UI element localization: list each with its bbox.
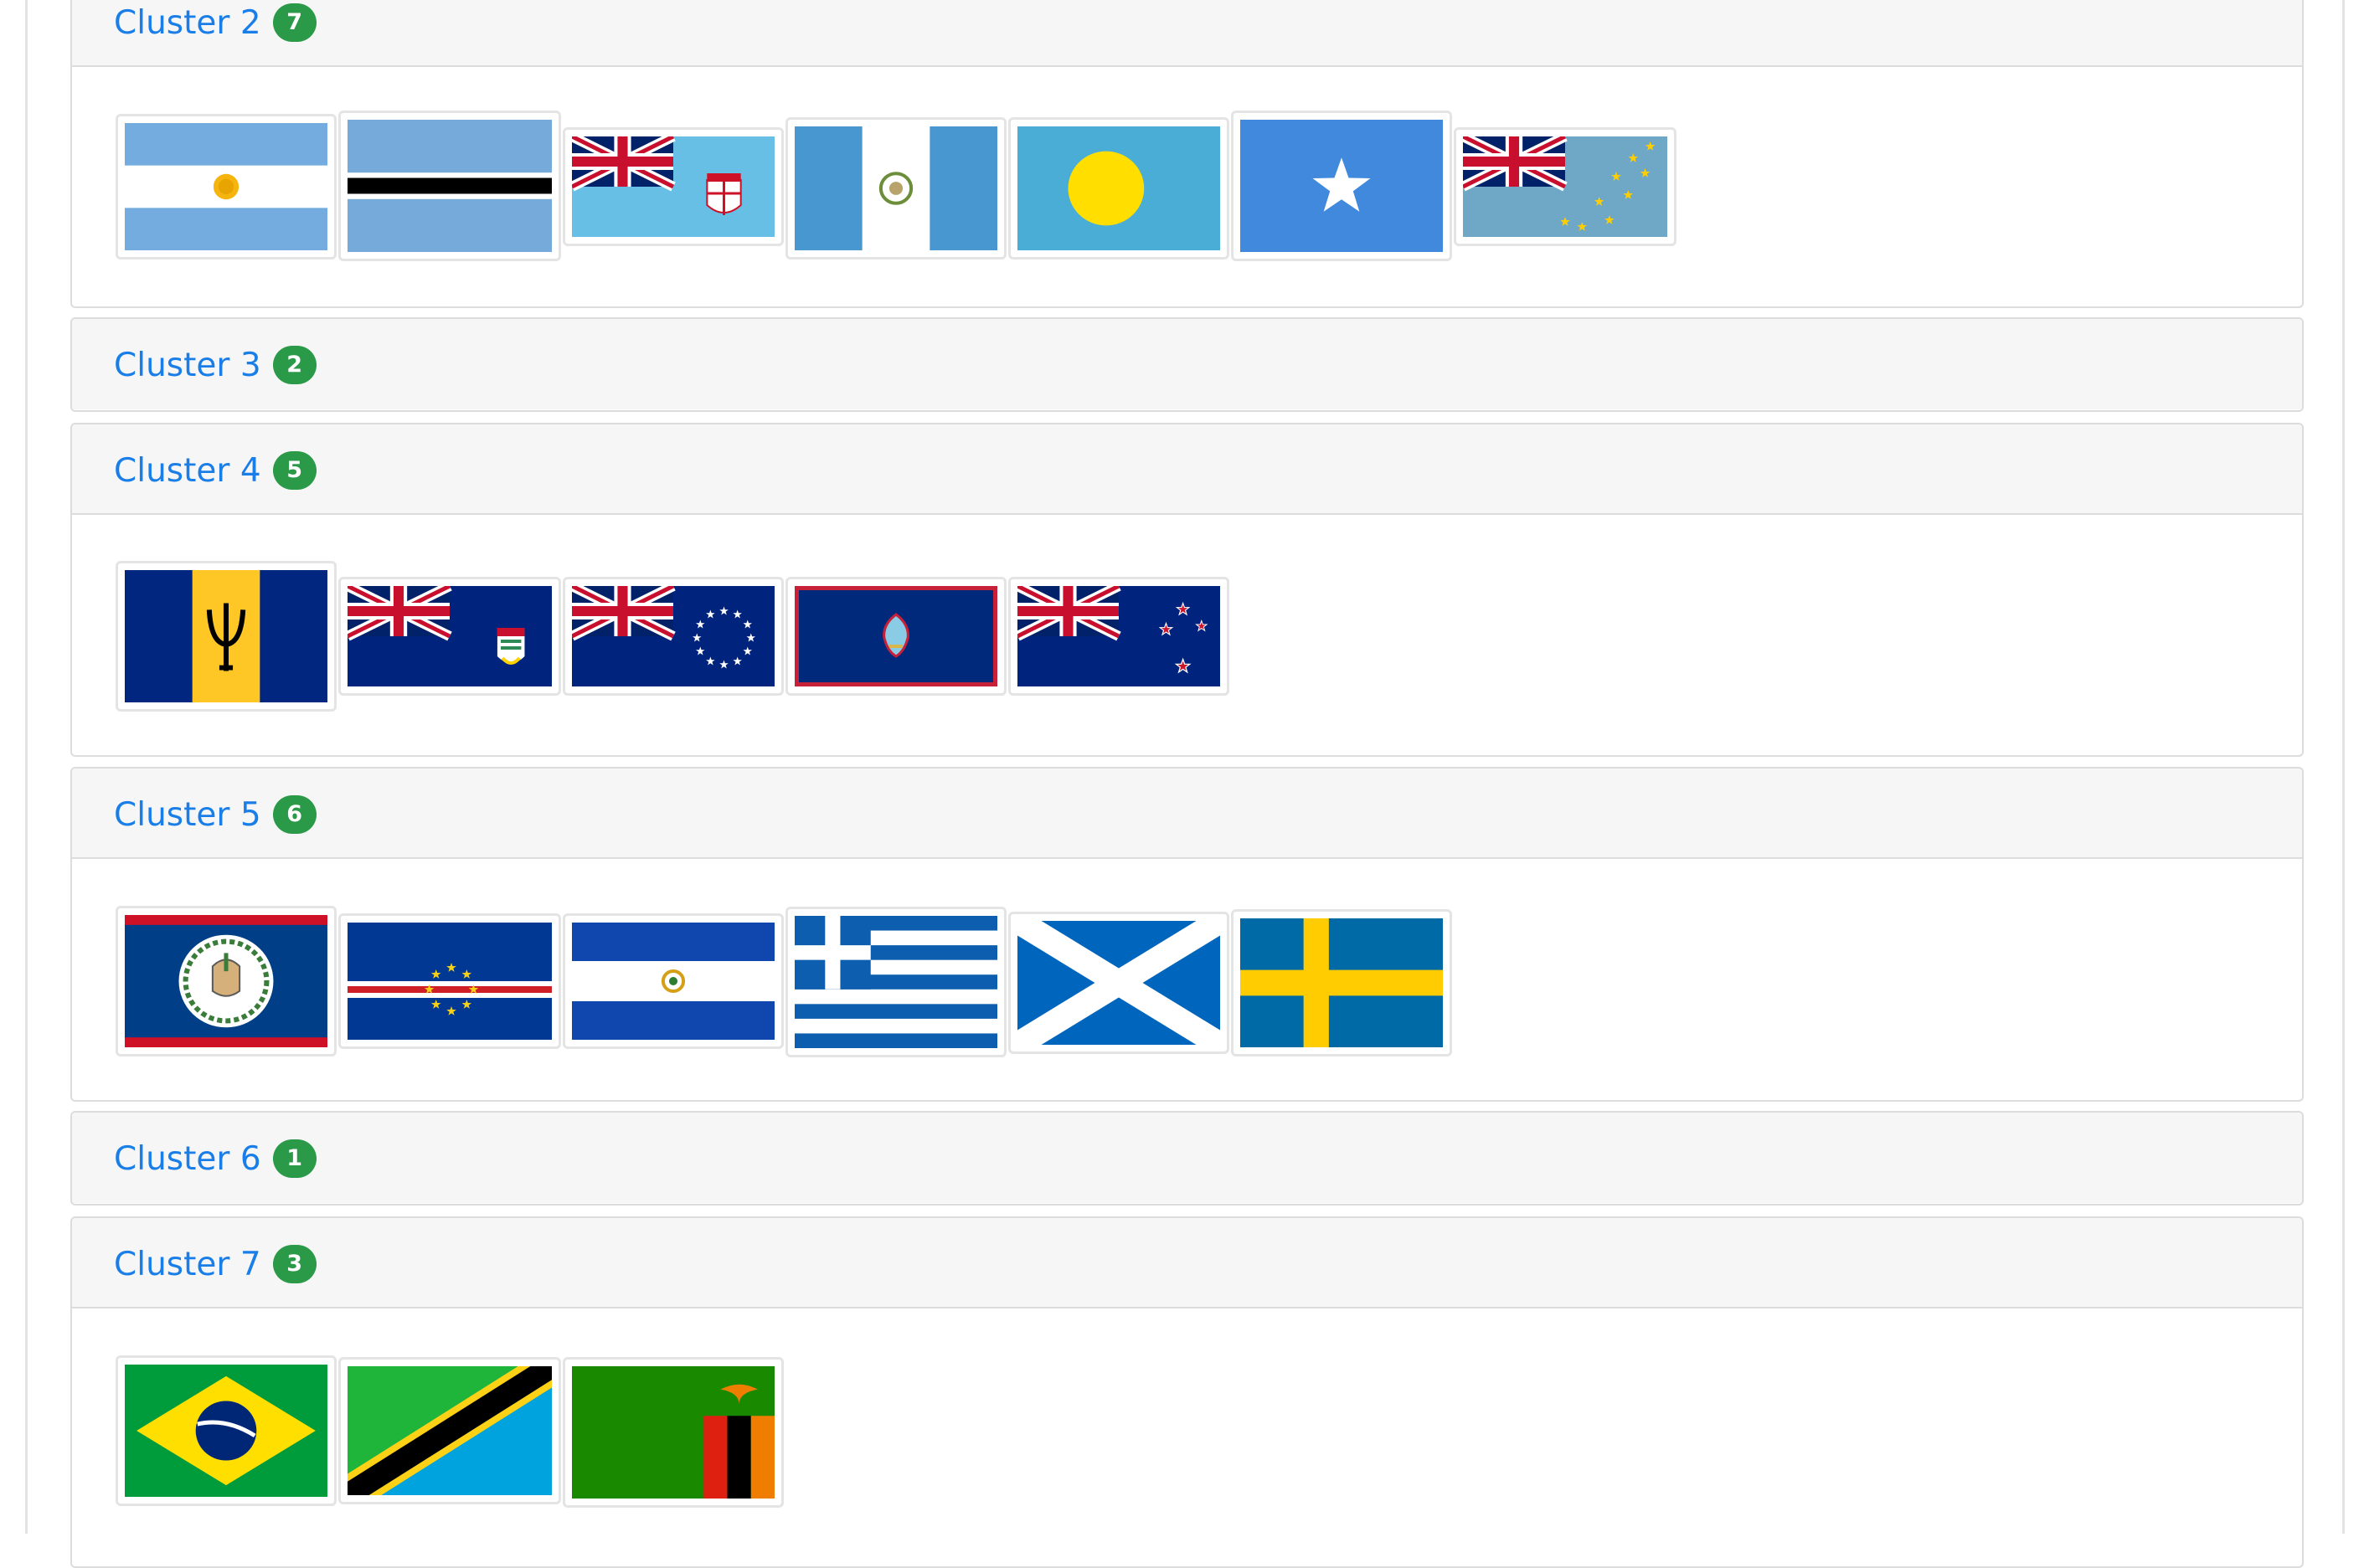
cluster-3-count-badge: 2 [272,346,317,384]
cluster-7-count-badge: 3 [272,1245,317,1283]
page-right-border [2342,0,2345,1534]
cape-verde-flag-icon[interactable] [338,913,561,1049]
el-salvador-flag-icon[interactable] [563,913,784,1049]
cluster-3-panel: Cluster 3 2 [70,317,2304,412]
zambia-flag-icon[interactable] [563,1357,784,1508]
cluster-4-count-badge: 5 [272,451,317,490]
guatemala-flag-icon[interactable] [785,117,1007,260]
page-left-border [25,0,28,1534]
cook-islands-flag-icon[interactable] [563,577,784,696]
tanzania-flag-icon[interactable] [338,1357,561,1504]
cluster-6-title[interactable]: Cluster 6 [114,1140,261,1178]
tuvalu-flag-icon[interactable] [1454,127,1676,246]
somalia-flag-icon[interactable] [1231,111,1452,261]
cluster-6-panel: Cluster 6 1 [70,1111,2304,1206]
cluster-4-toggle[interactable]: Cluster 4 5 [114,450,317,491]
greece-flag-icon[interactable] [785,907,1007,1057]
scotland-flag-icon[interactable] [1008,912,1229,1054]
cluster-4-title[interactable]: Cluster 4 [114,452,261,490]
cluster-3-toggle[interactable]: Cluster 3 2 [114,344,317,386]
guam-flag-icon[interactable] [785,577,1007,696]
palau-flag-icon[interactable] [1008,117,1229,260]
cluster-7-title[interactable]: Cluster 7 [114,1246,261,1283]
cluster-7-toggle[interactable]: Cluster 7 3 [114,1243,317,1285]
botswana-flag-icon[interactable] [338,111,561,261]
cluster-5-toggle[interactable]: Cluster 5 6 [114,794,317,835]
barbados-flag-icon[interactable] [116,561,337,712]
cluster-6-header[interactable]: Cluster 6 1 [72,1113,2302,1203]
cluster-7-header[interactable]: Cluster 7 3 [72,1218,2302,1308]
cluster-4-header[interactable]: Cluster 4 5 [72,424,2302,515]
cluster-3-header[interactable]: Cluster 3 2 [72,319,2302,409]
cluster-2-title[interactable]: Cluster 2 [114,4,261,42]
cluster-2-panel: Cluster 2 7 [70,0,2304,308]
cluster-2-count-badge: 7 [272,3,317,42]
belize-flag-icon[interactable] [116,906,337,1056]
cluster-2-toggle[interactable]: Cluster 2 7 [114,2,317,44]
cluster-5-title[interactable]: Cluster 5 [114,796,261,834]
cluster-5-header[interactable]: Cluster 5 6 [72,769,2302,859]
cluster-3-title[interactable]: Cluster 3 [114,347,261,384]
cayman-islands-flag-icon[interactable] [338,577,561,696]
cluster-5-count-badge: 6 [272,795,317,834]
cluster-6-count-badge: 1 [272,1139,317,1178]
brazil-flag-icon[interactable] [116,1355,337,1506]
cluster-4-panel: Cluster 4 5 [70,423,2304,757]
cluster-7-panel: Cluster 7 3 [70,1216,2304,1568]
cluster-2-header[interactable]: Cluster 2 7 [72,0,2302,67]
sweden-flag-icon[interactable] [1231,909,1452,1056]
cluster-6-toggle[interactable]: Cluster 6 1 [114,1138,317,1180]
fiji-flag-icon[interactable] [563,127,784,246]
cluster-5-panel: Cluster 5 6 [70,767,2304,1102]
new-zealand-flag-icon[interactable] [1008,577,1229,696]
argentina-flag-icon[interactable] [116,114,337,260]
